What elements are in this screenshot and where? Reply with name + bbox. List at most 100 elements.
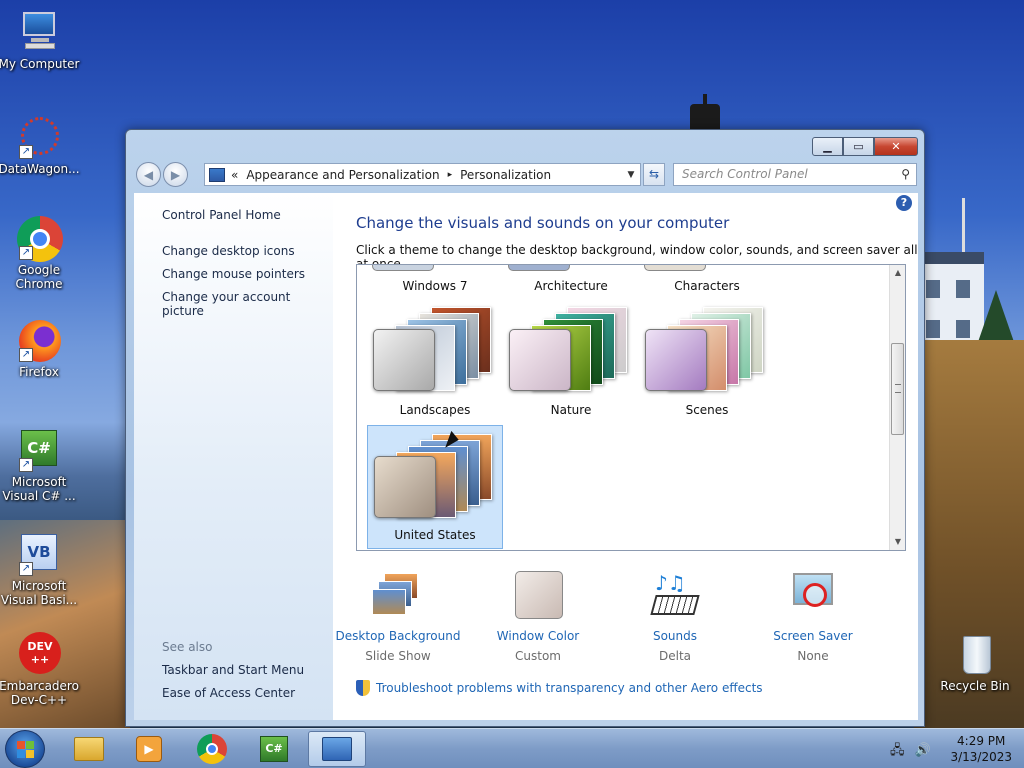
breadcrumb-appearance[interactable]: Appearance and Personalization — [246, 168, 439, 182]
scroll-up-icon[interactable]: ▲ — [890, 265, 905, 281]
refresh-icon: ⇆ — [648, 167, 660, 181]
system-tray: 🖧 🔊 — [890, 741, 931, 763]
minimize-icon: ▁ — [823, 140, 832, 153]
desktop-icon-label: Firefox — [19, 365, 59, 379]
ease-of-access-link[interactable]: Ease of Access Center — [162, 686, 295, 700]
taskbar: ▶ C# 🖧 🔊 4:29 PM 3/13/2023 — [0, 728, 1024, 768]
sounds-link[interactable]: Sounds — [610, 629, 740, 643]
sounds-icon: ♪♫ — [647, 571, 703, 623]
back-button[interactable]: ◀ — [136, 162, 161, 187]
see-also-heading: See also — [162, 640, 213, 654]
page-title: Change the visuals and sounds on your co… — [356, 214, 730, 232]
recycle-bin-icon — [953, 632, 997, 676]
scroll-down-icon[interactable]: ▼ — [890, 534, 905, 550]
screen-saver-setting[interactable]: Screen Saver None — [748, 571, 878, 663]
navigation-bar: ◀ ▶ « Appearance and Personalization ▸ P… — [134, 161, 917, 188]
forward-arrow-icon: ▶ — [170, 167, 181, 182]
desktop-icon-label: DataWagon... — [0, 162, 80, 176]
devcpp-icon: DEV ++ — [17, 632, 61, 676]
shortcut-arrow-icon: ↗ — [19, 348, 33, 362]
clock[interactable]: 4:29 PM 3/13/2023 — [950, 733, 1012, 765]
address-bar[interactable]: « Appearance and Personalization ▸ Perso… — [204, 163, 641, 186]
start-button[interactable] — [5, 730, 45, 768]
desktop-icon-google-chrome[interactable]: ↗ Google Chrome — [0, 216, 81, 291]
troubleshoot-link[interactable]: Troubleshoot problems with transparency … — [356, 680, 763, 696]
theme-architecture-label[interactable]: Architecture — [503, 279, 639, 293]
screen-saver-icon — [785, 571, 841, 623]
datawagon-icon: ↗ — [17, 115, 61, 159]
visual-basic-icon: VB ↗ — [17, 532, 61, 576]
network-icon[interactable]: 🖧 — [890, 743, 905, 758]
breadcrumb-separator-icon: ▸ — [447, 169, 453, 180]
desktop-icon-my-computer[interactable]: My Computer — [0, 10, 81, 71]
refresh-button[interactable]: ⇆ — [643, 163, 665, 186]
theme-thumbnail-partial — [508, 265, 570, 271]
breadcrumb-personalization[interactable]: Personalization — [460, 168, 551, 182]
control-panel-home-link[interactable]: Control Panel Home — [162, 208, 281, 222]
shield-icon — [356, 680, 370, 696]
search-icon[interactable]: ⚲ — [901, 164, 910, 185]
window-color-icon — [510, 571, 566, 623]
volume-icon[interactable]: 🔊 — [915, 743, 931, 758]
desktop-icon-label: Embarcadero Dev-C++ — [0, 679, 79, 707]
close-button[interactable]: ✕ — [874, 137, 918, 156]
control-panel-icon — [322, 737, 352, 761]
main-pane: ? Change the visuals and sounds on your … — [333, 193, 918, 720]
screen-saver-value: None — [797, 649, 829, 663]
window-color-setting[interactable]: Window Color Custom — [473, 571, 603, 663]
desktop-background-link[interactable]: Desktop Background — [333, 629, 463, 643]
theme-scenes[interactable]: Scenes — [639, 299, 775, 423]
theme-label: United States — [394, 528, 476, 542]
desktop-background-icon — [370, 571, 426, 623]
desktop-icon-firefox[interactable]: ↗ Firefox — [0, 318, 81, 379]
change-mouse-pointers-link[interactable]: Change mouse pointers — [162, 267, 305, 281]
desktop-background-setting[interactable]: Desktop Background Slide Show — [333, 571, 463, 663]
maximize-icon: ▭ — [853, 140, 864, 153]
screen-saver-link[interactable]: Screen Saver — [748, 629, 878, 643]
theme-windows7-label[interactable]: Windows 7 — [367, 279, 503, 293]
window-color-link[interactable]: Window Color — [473, 629, 603, 643]
change-account-picture-link[interactable]: Change your account picture — [162, 290, 333, 318]
taskbar-chrome[interactable] — [183, 731, 241, 767]
desktop-icon-label: Microsoft Visual C# ... — [2, 475, 76, 503]
minimize-button[interactable]: ▁ — [812, 137, 843, 156]
desktop-icon-datawagon[interactable]: ↗ DataWagon... — [0, 115, 81, 176]
theme-label: Nature — [550, 403, 592, 417]
sounds-setting[interactable]: ♪♫ Sounds Delta — [610, 571, 740, 663]
theme-list-scrollbar[interactable]: ▲ ▼ — [889, 265, 905, 550]
search-placeholder: Search Control Panel — [682, 167, 808, 181]
theme-label: Scenes — [685, 403, 729, 417]
theme-nature[interactable]: Nature — [503, 299, 639, 423]
theme-thumbnail-partial — [372, 265, 434, 271]
search-input[interactable]: Search Control Panel ⚲ — [673, 163, 917, 186]
taskbar-control-panel[interactable] — [308, 731, 366, 767]
maximize-button[interactable]: ▭ — [843, 137, 874, 156]
forward-button[interactable]: ▶ — [163, 162, 188, 187]
help-icon[interactable]: ? — [896, 195, 912, 211]
taskbar-media-player[interactable]: ▶ — [120, 731, 178, 767]
taskbar-start-menu-link[interactable]: Taskbar and Start Menu — [162, 663, 304, 677]
shortcut-arrow-icon: ↗ — [19, 246, 33, 260]
change-desktop-icons-link[interactable]: Change desktop icons — [162, 244, 295, 258]
troubleshoot-label: Troubleshoot problems with transparency … — [376, 681, 763, 695]
shortcut-arrow-icon: ↗ — [19, 458, 33, 472]
theme-label: Landscapes — [399, 403, 471, 417]
left-pane: Control Panel Home Change desktop icons … — [134, 193, 333, 720]
desktop-icon-recycle-bin[interactable]: Recycle Bin — [933, 632, 1017, 693]
desktop-icon-devcpp[interactable]: DEV ++ Embarcadero Dev-C++ — [0, 632, 81, 707]
taskbar-visual-csharp[interactable]: C# — [245, 731, 303, 767]
scrollbar-thumb[interactable] — [891, 343, 904, 435]
theme-united-states[interactable]: United States — [367, 425, 503, 549]
clock-date: 3/13/2023 — [950, 750, 1012, 764]
file-explorer-icon — [74, 737, 104, 761]
desktop-icon-label: Google Chrome — [15, 263, 63, 291]
shortcut-arrow-icon: ↗ — [19, 562, 33, 576]
theme-characters-label[interactable]: Characters — [639, 279, 775, 293]
theme-landscapes[interactable]: Landscapes — [367, 299, 503, 423]
sounds-value: Delta — [658, 649, 691, 663]
address-dropdown-icon[interactable]: ▼ — [622, 170, 640, 180]
chrome-icon: ↗ — [17, 216, 63, 262]
desktop-icon-visual-csharp[interactable]: C# ↗ Microsoft Visual C# ... — [0, 428, 81, 503]
taskbar-file-explorer[interactable] — [60, 731, 118, 767]
desktop-icon-visual-basic[interactable]: VB ↗ Microsoft Visual Basi... — [0, 532, 81, 607]
